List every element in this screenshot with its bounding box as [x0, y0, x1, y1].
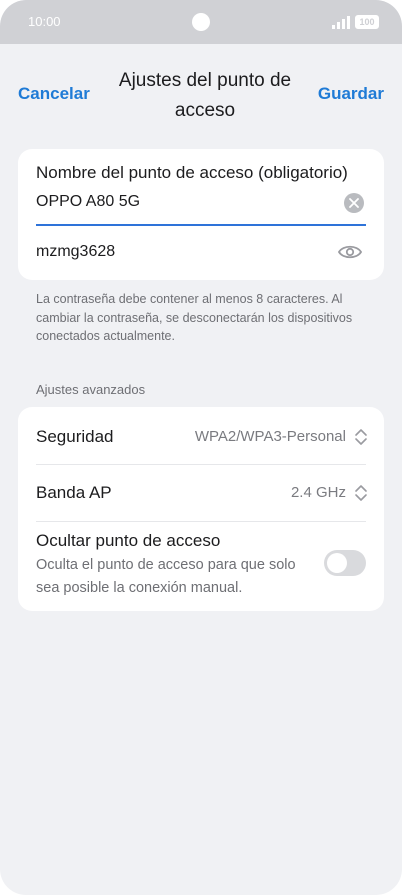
hide-hotspot-description: Oculta el punto de acceso para que solo …: [36, 557, 296, 596]
security-value: WPA2/WPA3-Personal: [194, 428, 346, 445]
band-row[interactable]: Banda AP 2.4 GHz: [18, 464, 384, 521]
hotspot-name-label: Nombre del punto de acceso (obligatorio): [36, 163, 348, 182]
security-row[interactable]: Seguridad WPA2/WPA3-Personal: [18, 407, 384, 464]
chevron-updown-icon: [355, 429, 367, 445]
clear-icon[interactable]: [344, 193, 364, 213]
hide-hotspot-label: Ocultar punto de acceso: [36, 531, 221, 550]
phone-frame: 10:00 100 Cancelar Ajustes del punto de …: [0, 0, 402, 895]
password-input[interactable]: mzmg3628: [36, 243, 115, 261]
band-value: 2.4 GHz: [290, 484, 346, 501]
password-hint: La contraseña debe contener al menos 8 c…: [36, 292, 353, 343]
page-title: Ajustes del punto de acceso: [118, 70, 292, 121]
security-label: Seguridad: [36, 427, 114, 446]
status-time: 10:00: [28, 14, 61, 29]
eye-icon[interactable]: [338, 244, 362, 260]
advanced-section-label: Ajustes avanzados: [36, 382, 146, 397]
camera-cutout: [192, 13, 210, 31]
save-button[interactable]: Guardar: [318, 84, 384, 104]
signal-icon: [332, 16, 350, 29]
hide-hotspot-toggle[interactable]: [324, 550, 366, 576]
toggle-knob: [327, 553, 347, 573]
chevron-updown-icon: [355, 485, 367, 501]
input-underline: [36, 224, 366, 226]
cancel-button[interactable]: Cancelar: [18, 84, 90, 104]
band-label: Banda AP: [36, 483, 112, 502]
status-bar: 10:00 100: [0, 0, 402, 44]
battery-icon: 100: [355, 15, 379, 29]
hotspot-name-input[interactable]: OPPO A80 5G: [36, 193, 140, 211]
hide-hotspot-row: Ocultar punto de acceso Oculta el punto …: [18, 521, 384, 611]
header: Cancelar Ajustes del punto de acceso Gua…: [0, 60, 402, 130]
hotspot-credentials-card: Nombre del punto de acceso (obligatorio)…: [18, 149, 384, 280]
advanced-settings-card: Seguridad WPA2/WPA3-Personal Banda AP 2.…: [18, 407, 384, 611]
